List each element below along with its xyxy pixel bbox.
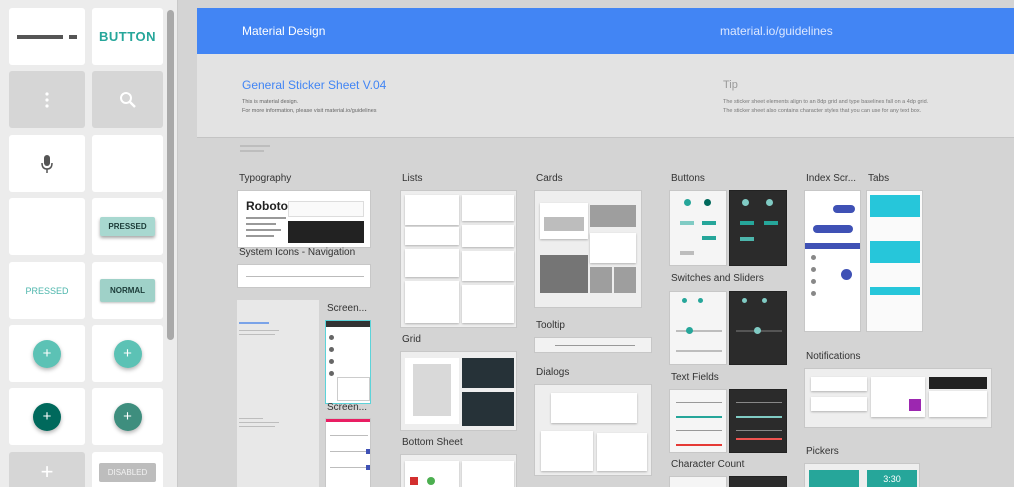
artboard-grid[interactable] bbox=[400, 351, 517, 431]
artboard-screen-2[interactable] bbox=[325, 418, 371, 487]
fab-add-icon: + bbox=[113, 339, 142, 368]
fab-add-icon: + bbox=[33, 402, 61, 431]
more-vert-icon bbox=[45, 91, 49, 108]
typography-sample: Roboto bbox=[246, 199, 288, 213]
tile-fab-light-2[interactable]: + bbox=[92, 325, 163, 382]
tip-title: Tip bbox=[723, 79, 738, 91]
artboard-label-character-count[interactable]: Character Count bbox=[671, 459, 744, 470]
artboard-label-text-fields[interactable]: Text Fields bbox=[671, 372, 719, 383]
artboard-switches-dark[interactable] bbox=[729, 291, 787, 365]
artboard-dialogs[interactable] bbox=[534, 384, 652, 476]
artboard-system-icons[interactable] bbox=[237, 264, 371, 288]
tile-empty[interactable] bbox=[92, 135, 163, 192]
header-title: Material Design bbox=[242, 24, 326, 38]
artboard-label-grid[interactable]: Grid bbox=[402, 334, 421, 345]
artboard-label-notifications[interactable]: Notifications bbox=[806, 351, 860, 362]
artboard-buttons-light[interactable] bbox=[669, 190, 727, 266]
pressed-chip: PRESSED bbox=[100, 217, 155, 236]
tile-more-vert[interactable] bbox=[9, 71, 85, 128]
artboard-label-bottom-sheet[interactable]: Bottom Sheet bbox=[402, 437, 463, 448]
artboard-text-fields-dark[interactable] bbox=[729, 389, 787, 453]
picker-time: 3:30 bbox=[867, 470, 917, 487]
tile-raised-normal[interactable]: NORMAL bbox=[92, 262, 163, 319]
symbol-panel: BUTTON PRESSED PRESSED NORMAL + + + + + … bbox=[0, 0, 178, 487]
pressed-text: PRESSED bbox=[25, 285, 69, 296]
artboard-buttons-dark[interactable] bbox=[729, 190, 787, 266]
artboard-label-screen-1[interactable]: Screen... bbox=[327, 303, 367, 314]
artboard-screen-1[interactable] bbox=[325, 320, 371, 404]
artboard-switches-light[interactable] bbox=[669, 291, 727, 365]
artboard-label-cards[interactable]: Cards bbox=[536, 173, 563, 184]
tile-flat-pressed[interactable]: PRESSED bbox=[9, 262, 85, 319]
artboard-icons-list[interactable] bbox=[237, 300, 319, 487]
artboard-label-buttons[interactable]: Buttons bbox=[671, 173, 705, 184]
tile-fab-light[interactable]: + bbox=[9, 325, 85, 382]
artboard-label-tabs[interactable]: Tabs bbox=[868, 173, 889, 184]
canvas[interactable]: Material Design material.io/guidelines G… bbox=[179, 0, 1014, 487]
tile-add-disabled[interactable]: + bbox=[9, 452, 85, 487]
fab-add-icon: + bbox=[33, 339, 61, 368]
tile-search[interactable] bbox=[92, 71, 163, 128]
artboard-label-lists[interactable]: Lists bbox=[402, 173, 423, 184]
artboard-tooltip[interactable] bbox=[534, 337, 652, 353]
artboard-label-pickers[interactable]: Pickers bbox=[806, 446, 839, 457]
artboard-label-dialogs[interactable]: Dialogs bbox=[536, 367, 569, 378]
artboard-character-count-dark[interactable] bbox=[729, 476, 787, 487]
panel-scrollbar[interactable] bbox=[167, 10, 174, 340]
mic-icon bbox=[41, 154, 53, 173]
tile-fab-mid[interactable]: + bbox=[92, 388, 163, 445]
sheet-title: General Sticker Sheet V.04 bbox=[242, 78, 387, 92]
intro-panel: General Sticker Sheet V.04 This is mater… bbox=[197, 54, 1014, 138]
artboard-cards[interactable] bbox=[534, 190, 642, 308]
sheet-description: This is material design. For more inform… bbox=[242, 99, 377, 114]
tile-progress-bar[interactable] bbox=[9, 8, 85, 65]
disabled-chip: DISABLED bbox=[98, 462, 157, 482]
normal-chip: NORMAL bbox=[99, 279, 156, 302]
search-icon bbox=[119, 91, 136, 108]
add-icon: + bbox=[40, 459, 54, 484]
artboard-label-switches[interactable]: Switches and Sliders bbox=[671, 273, 764, 284]
button-label: BUTTON bbox=[99, 29, 156, 44]
artboard-label-typography[interactable]: Typography bbox=[239, 173, 291, 184]
artboard-notifications[interactable] bbox=[804, 368, 992, 428]
tile-fab-dark[interactable]: + bbox=[9, 388, 85, 445]
fab-add-icon: + bbox=[113, 402, 142, 431]
artboard-label-index-scroll[interactable]: Index Scr... bbox=[806, 173, 856, 184]
artboard-tabs[interactable] bbox=[866, 190, 923, 332]
tile-mic[interactable] bbox=[9, 135, 85, 192]
artboard-lists[interactable] bbox=[400, 190, 517, 328]
note-line bbox=[240, 150, 264, 152]
tile-blank[interactable] bbox=[9, 198, 85, 255]
tile-raised-pressed[interactable]: PRESSED bbox=[92, 198, 163, 255]
artboard-index-scroll[interactable] bbox=[804, 190, 861, 332]
tile-disabled[interactable]: DISABLED bbox=[92, 452, 163, 487]
artboard-bottom-sheet[interactable] bbox=[400, 454, 517, 487]
artboard-typography[interactable]: Roboto bbox=[237, 190, 371, 248]
tile-button[interactable]: BUTTON bbox=[92, 8, 163, 65]
note-line bbox=[240, 145, 270, 147]
artboard-pickers[interactable]: 3:30 bbox=[804, 463, 920, 487]
tip-text: The sticker sheet elements align to an 8… bbox=[723, 99, 929, 114]
artboard-character-count-light[interactable] bbox=[669, 476, 727, 487]
header-bar: Material Design material.io/guidelines bbox=[197, 8, 1014, 54]
progress-bar-preview bbox=[17, 33, 77, 40]
artboard-text-fields-light[interactable] bbox=[669, 389, 727, 453]
artboard-label-tooltip[interactable]: Tooltip bbox=[536, 320, 565, 331]
header-url: material.io/guidelines bbox=[720, 24, 833, 38]
artboard-label-screen-2[interactable]: Screen... bbox=[327, 402, 367, 413]
artboard-label-system-icons[interactable]: System Icons - Navigation bbox=[239, 247, 355, 258]
